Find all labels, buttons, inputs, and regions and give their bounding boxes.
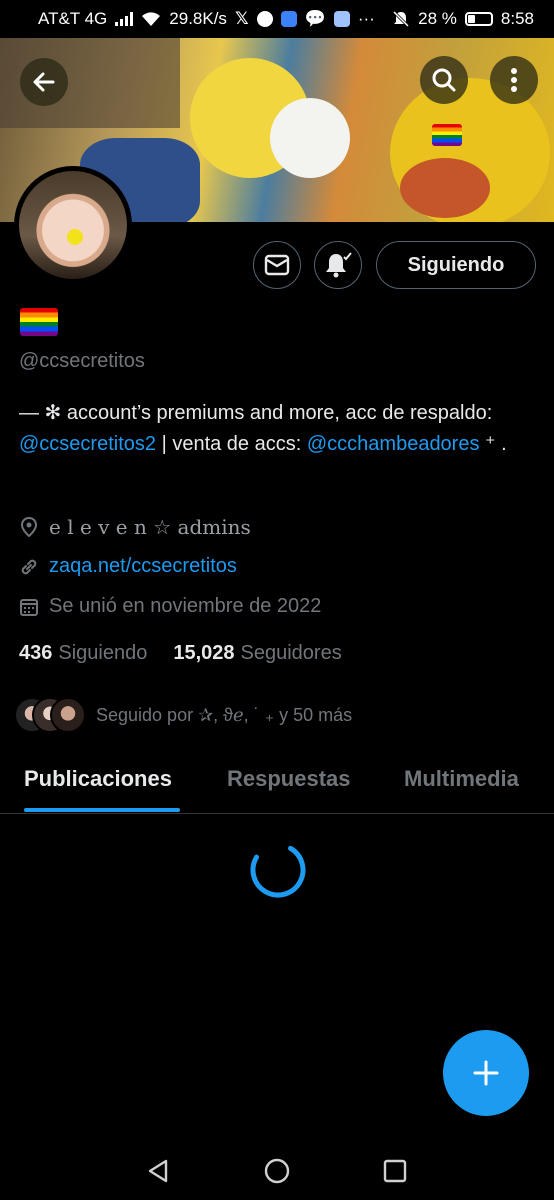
following-label: Siguiendo — [58, 642, 148, 664]
gallery-icon — [333, 11, 350, 27]
loading-spinner — [250, 842, 306, 898]
chat-icon: 💬 — [304, 9, 326, 28]
notifications-button[interactable] — [314, 241, 362, 289]
network-speed: 29.8K/s — [169, 9, 227, 28]
banner-flag-image — [432, 124, 462, 146]
bio-mention-link[interactable]: @ccchambeadores — [307, 433, 480, 455]
signal-icon — [115, 12, 134, 26]
search-button[interactable] — [420, 56, 468, 104]
tab-multimedia[interactable]: Multimedia — [404, 766, 519, 792]
tab-respuestas[interactable]: Respuestas — [227, 766, 351, 792]
facebook-icon — [256, 11, 273, 27]
bio: — ✻ account’s premiums and more, acc de … — [19, 398, 539, 460]
mute-icon — [393, 10, 410, 28]
bell-check-icon — [326, 252, 352, 278]
followed-by-text: Seguido por ✰, ϑℯ, ˙ ₊ y 50 más — [96, 704, 353, 725]
back-button[interactable] — [20, 58, 68, 106]
followers-count: 15,028 — [173, 642, 235, 664]
location-text: e l e v e n ☆ admins — [49, 515, 251, 539]
bio-text: — ✻ account’s premiums and more, acc de … — [19, 402, 493, 424]
website-link[interactable]: zaqa.net/ccsecretitos — [49, 555, 237, 578]
followed-by-row[interactable]: Seguido por ✰, ϑℯ, ˙ ₊ y 50 más — [14, 695, 352, 735]
bio-text: ⁺ . — [479, 433, 507, 455]
arrow-left-icon — [33, 72, 55, 92]
follower-avatar — [50, 697, 86, 733]
search-icon — [432, 68, 456, 92]
bio-text: | venta de accs: — [156, 433, 307, 455]
follow-counts: 436 Siguiendo 15,028 Seguidores — [19, 642, 342, 665]
profile-tabs: Publicaciones Respuestas Multimedia — [0, 752, 554, 814]
avatar[interactable] — [14, 166, 132, 284]
circle-home-icon — [264, 1158, 290, 1184]
message-button[interactable] — [253, 241, 301, 289]
followers-label: Seguidores — [240, 642, 342, 664]
bio-mention-link[interactable]: @ccsecretitos2 — [19, 433, 156, 455]
link-icon — [19, 557, 39, 577]
triangle-back-icon — [148, 1159, 168, 1183]
nav-back-button[interactable] — [143, 1156, 173, 1186]
followers-count-link[interactable]: 15,028 Seguidores — [173, 642, 341, 665]
website-row: zaqa.net/ccsecretitos — [19, 555, 237, 578]
battery-percent: 28 % — [418, 9, 457, 28]
system-nav-bar — [0, 1140, 554, 1200]
status-bar: AT&T 4G 29.8K/s 𝕏 💬 ··· 28 % 8:58 — [0, 0, 554, 38]
tab-publicaciones[interactable]: Publicaciones — [24, 766, 172, 792]
nav-home-button[interactable] — [262, 1156, 292, 1186]
joined-row: Se unió en noviembre de 2022 — [19, 595, 321, 618]
calendar-icon — [19, 597, 39, 617]
active-tab-indicator — [24, 808, 180, 812]
carrier-label: AT&T 4G — [38, 9, 108, 28]
square-recents-icon — [383, 1159, 407, 1183]
location-row: e l e v e n ☆ admins — [19, 515, 251, 539]
location-pin-icon — [19, 517, 39, 537]
more-options-button[interactable] — [490, 56, 538, 104]
rainbow-flag-icon — [20, 308, 58, 336]
more-vertical-icon — [511, 68, 517, 92]
app-icon — [280, 11, 297, 27]
following-button[interactable]: Siguiendo — [376, 241, 536, 289]
joined-text: Se unió en noviembre de 2022 — [49, 595, 322, 617]
following-count-link[interactable]: 436 Siguiendo — [19, 642, 147, 665]
wifi-icon — [142, 12, 161, 26]
more-notifications-icon: ··· — [357, 9, 375, 28]
clock: 8:58 — [500, 9, 534, 28]
battery-icon — [464, 12, 493, 26]
user-handle: @ccsecretitos — [19, 350, 145, 372]
mail-icon — [264, 254, 290, 276]
following-count: 436 — [19, 642, 53, 664]
compose-button[interactable] — [443, 1030, 529, 1116]
nav-recents-button[interactable] — [380, 1156, 410, 1186]
plus-icon — [473, 1060, 499, 1086]
display-name — [20, 308, 58, 340]
x-app-icon: 𝕏 — [234, 9, 249, 28]
